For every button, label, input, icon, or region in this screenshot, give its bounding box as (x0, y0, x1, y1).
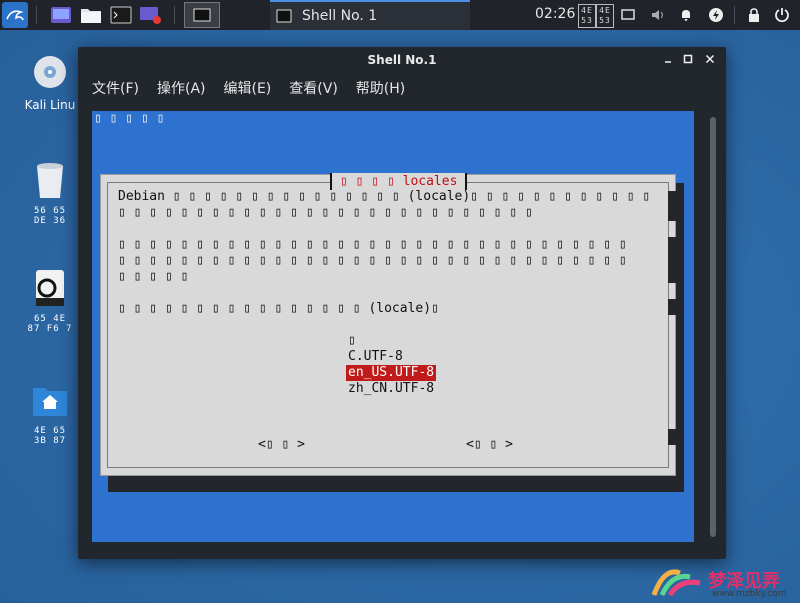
desktop-icon-label: 65 4E 87 F6 7 (27, 314, 73, 334)
show-desktop-button[interactable] (48, 4, 74, 26)
terminal-header-text: ▯ ▯ ▯ ▯ ▯ (94, 111, 165, 126)
notification-bell-icon[interactable] (676, 5, 696, 25)
terminal-screen[interactable]: ▯ ▯ ▯ ▯ ▯ ▯ ▯ ▯ ▯ locales Debian ▯ ▯ ▯ ▯… (92, 111, 694, 542)
locale-option-en-us-selected[interactable]: en_US.UTF-8 (346, 365, 437, 381)
trash-icon (30, 160, 70, 200)
disc-icon (30, 52, 70, 92)
watermark-logo-icon (651, 569, 701, 597)
dialog-frame: ▯ ▯ ▯ ▯ locales Debian ▯ ▯ ▯ ▯ ▯ ▯ ▯ ▯ ▯… (107, 173, 669, 468)
dialog-title: ▯ ▯ ▯ ▯ locales (330, 173, 468, 190)
desktop-icon-kali-linux[interactable]: Kali Linu (18, 52, 82, 112)
terminal-icon (276, 9, 292, 23)
task-label: Shell No. 1 (302, 8, 378, 24)
cancel-button[interactable]: <▯ ▯ > (466, 437, 513, 452)
close-icon (705, 54, 715, 64)
logout-icon[interactable] (772, 5, 792, 25)
panel-separator (174, 6, 175, 24)
panel-separator (36, 6, 37, 24)
terminal-icon (110, 6, 132, 24)
desktop-icon-home[interactable]: 4E 65 3B 87 (18, 380, 82, 446)
dialog-edge-block (668, 429, 682, 445)
desktop-icon (51, 7, 71, 23)
kali-menu-button[interactable] (2, 2, 28, 28)
top-panel: Shell No. 1 02:26 4E 53 4E 53 (0, 0, 800, 30)
maximize-icon (683, 54, 693, 64)
dialog-text-line: Debian ▯ ▯ ▯ ▯ ▯ ▯ ▯ ▯ ▯ ▯ ▯ ▯ ▯ ▯ ▯ (lo… (118, 189, 651, 204)
dialog-edge-block (668, 237, 682, 283)
desktop-icon-filesystem[interactable]: 65 4E 87 F6 7 (18, 268, 82, 334)
locale-option-zh-cn[interactable]: zh_CN.UTF-8 (348, 381, 434, 397)
power-manager-icon[interactable] (706, 5, 726, 25)
maximize-button[interactable] (678, 47, 698, 74)
dialog-edge-block (668, 299, 682, 315)
locale-option-c-utf8[interactable]: C.UTF-8 (348, 349, 403, 365)
desktop-icon-label: 4E 65 3B 87 (33, 426, 67, 446)
desktop-icon-trash[interactable]: 56 65 DE 36 (18, 160, 82, 226)
menu-help[interactable]: 帮助(H) (356, 78, 405, 98)
terminal-scrollbar[interactable] (710, 117, 716, 537)
menu-file[interactable]: 文件(F) (92, 78, 139, 98)
workspace-switcher[interactable] (184, 2, 220, 28)
terminal-launcher-button[interactable] (108, 4, 134, 26)
home-folder-icon (30, 380, 70, 420)
clock[interactable]: 02:26 (535, 6, 575, 22)
file-manager-button[interactable] (78, 4, 104, 26)
terminal-icon (193, 8, 211, 22)
minimize-button[interactable] (658, 47, 678, 74)
site-watermark: 梦泽见弄 www.mzbky.com (650, 565, 800, 600)
menu-edit[interactable]: 编辑(E) (224, 78, 272, 98)
close-button[interactable] (700, 47, 720, 74)
locale-dialog: ▯ ▯ ▯ ▯ locales Debian ▯ ▯ ▯ ▯ ▯ ▯ ▯ ▯ ▯… (100, 173, 676, 476)
window-title: Shell No.1 (367, 53, 437, 67)
taskbar-task-shell[interactable]: Shell No. 1 (270, 0, 470, 30)
desktop-icon-label: 56 65 DE 36 (33, 206, 67, 226)
dialog-text-line: ▯ ▯ ▯ ▯ ▯ (118, 269, 189, 284)
watermark-url: www.mzbky.com (712, 589, 787, 599)
display-icon[interactable] (618, 5, 638, 25)
minimize-icon (665, 61, 671, 63)
dialog-text-line: ▯ ▯ ▯ ▯ ▯ ▯ ▯ ▯ ▯ ▯ ▯ ▯ ▯ ▯ ▯ ▯ ▯ ▯ ▯ ▯ … (118, 253, 627, 268)
screen-recorder-icon (140, 7, 161, 24)
menu-view[interactable]: 查看(V) (289, 78, 338, 98)
volume-icon[interactable] (648, 5, 668, 25)
menu-action[interactable]: 操作(A) (157, 78, 206, 98)
dialog-text-line: ▯ ▯ ▯ ▯ ▯ ▯ ▯ ▯ ▯ ▯ ▯ ▯ ▯ ▯ ▯ ▯ (locale)… (118, 301, 439, 316)
screen-recorder-button[interactable] (138, 4, 164, 26)
date-glyphs-2: 4E 53 (596, 4, 614, 28)
terminal-window: Shell No.1 文件(F) 操作(A) 编辑(E) 查看(V) 帮助(H)… (78, 47, 726, 559)
dialog-text-line: ▯ ▯ ▯ ▯ ▯ ▯ ▯ ▯ ▯ ▯ ▯ ▯ ▯ ▯ ▯ ▯ ▯ ▯ ▯ ▯ … (118, 205, 533, 220)
desktop-icon-label: Kali Linu (24, 98, 76, 112)
ok-button[interactable]: <▯ ▯ > (258, 437, 305, 452)
dialog-edge-block (668, 191, 682, 221)
lock-icon[interactable] (744, 5, 764, 25)
window-titlebar[interactable]: Shell No.1 (78, 47, 726, 74)
date-glyphs: 4E 53 (578, 4, 596, 28)
dialog-text-line: ▯ ▯ ▯ ▯ ▯ ▯ ▯ ▯ ▯ ▯ ▯ ▯ ▯ ▯ ▯ ▯ ▯ ▯ ▯ ▯ … (118, 237, 627, 252)
folder-icon (81, 9, 101, 23)
kali-dragon-icon (6, 10, 24, 21)
menu-bar: 文件(F) 操作(A) 编辑(E) 查看(V) 帮助(H) (78, 74, 726, 102)
panel-separator (734, 6, 735, 24)
drive-icon (30, 268, 70, 308)
locale-option-none[interactable]: ▯ (348, 333, 356, 349)
